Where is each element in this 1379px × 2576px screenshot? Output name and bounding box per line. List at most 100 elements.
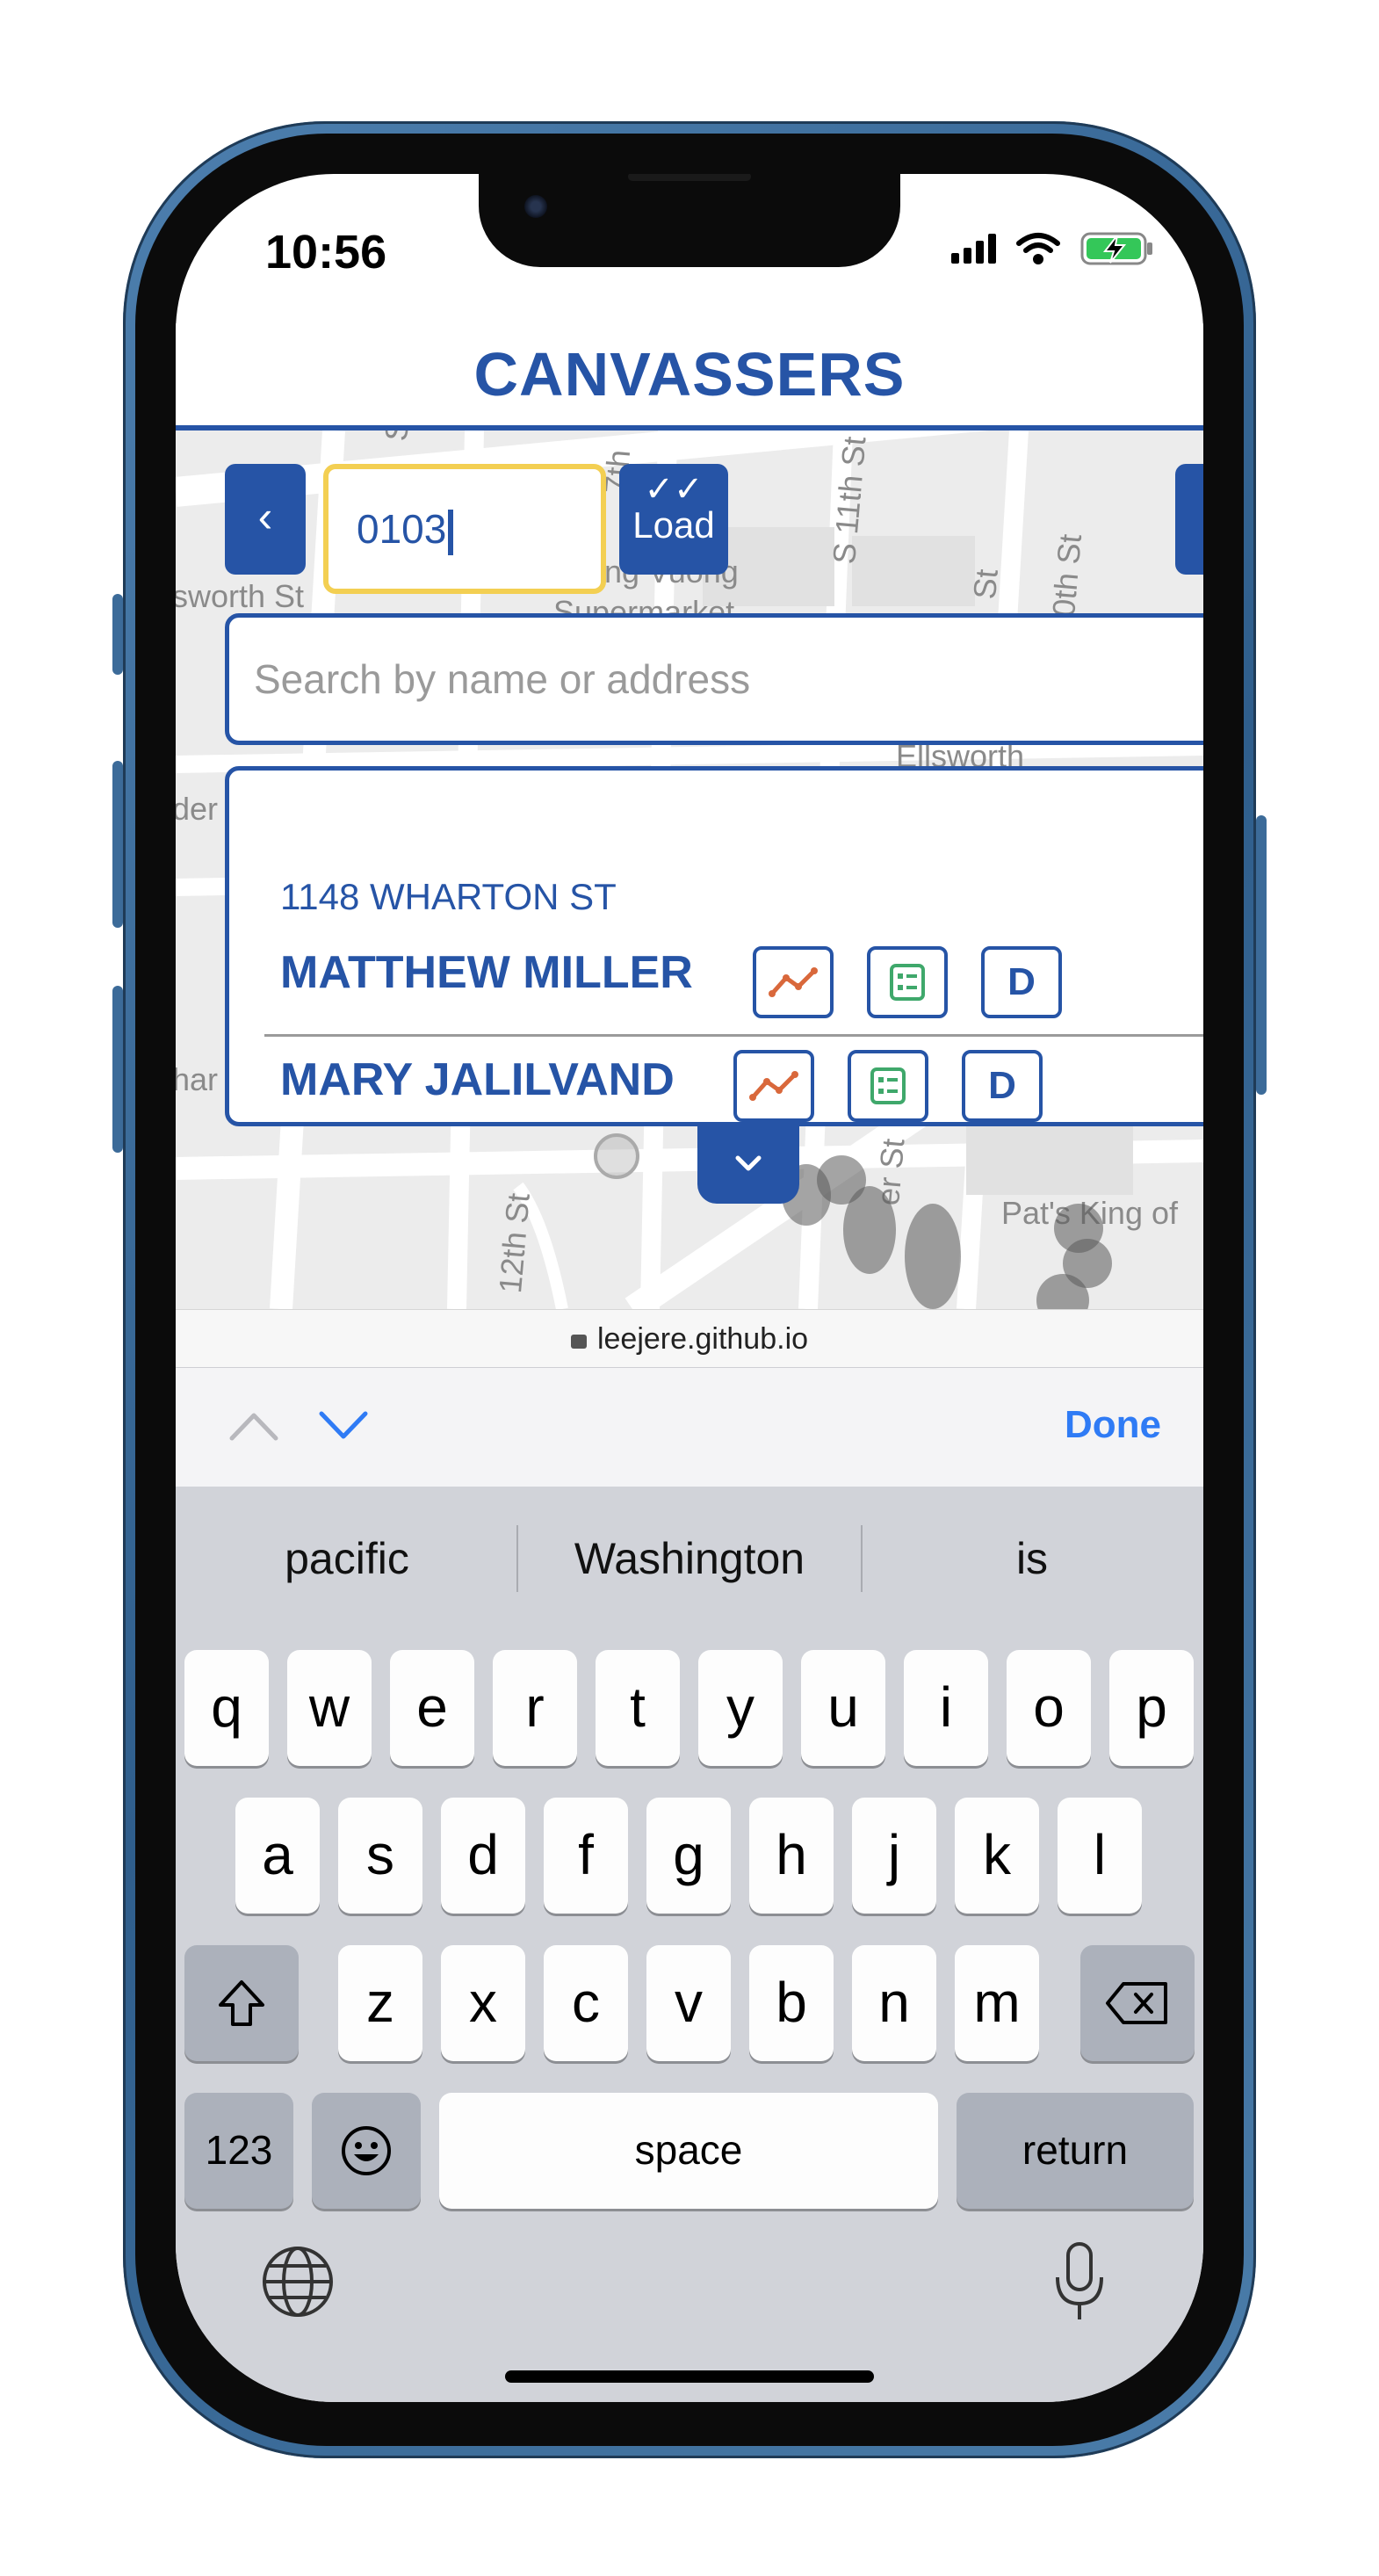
key-b[interactable]: b: [749, 1945, 834, 2061]
turf-id-value: 0103: [357, 506, 447, 552]
street-label: har: [176, 1061, 219, 1097]
emoji-icon: [342, 2126, 391, 2175]
household-address: 1148 WHARTON ST: [280, 876, 617, 917]
voter-name[interactable]: MARY JALILVAND: [280, 1053, 675, 1106]
key-n[interactable]: n: [852, 1945, 936, 2061]
key-d[interactable]: d: [441, 1798, 525, 1914]
lock-icon: [570, 1335, 587, 1349]
key-o[interactable]: o: [1007, 1650, 1091, 1766]
suggestion[interactable]: pacific: [176, 1487, 518, 1631]
key-c[interactable]: c: [544, 1945, 628, 2061]
text-cursor: [448, 509, 454, 555]
url-text: leejere.github.io: [596, 1322, 809, 1356]
status-time: 10:56: [265, 226, 387, 279]
turf-id-input[interactable]: 0103: [323, 464, 606, 594]
backspace-icon: [1106, 1982, 1167, 2024]
app-title: CANVASSERS: [473, 340, 906, 409]
key-t[interactable]: t: [596, 1650, 680, 1766]
search-placeholder: Search by name or address: [254, 656, 751, 702]
volume-down-button: [112, 986, 123, 1153]
suggestion[interactable]: Washington: [518, 1487, 861, 1631]
chevron-down-icon[interactable]: [314, 1403, 372, 1447]
phone-screen: 10:56 CANVASSERS 7th S 11th St St 0th St…: [176, 174, 1203, 2402]
ios-keyboard: pacific Washington is q w e r t y u i o …: [176, 1487, 1203, 2402]
street-label: sworth St: [176, 578, 305, 614]
back-button[interactable]: ‹: [225, 464, 306, 575]
voter-history-button[interactable]: [753, 946, 834, 1018]
microphone-icon[interactable]: [1049, 2239, 1110, 2326]
form-accessory-bar: Done: [176, 1367, 1203, 1487]
line-chart-icon: [749, 1071, 798, 1101]
street-label: St: [966, 568, 1005, 601]
front-camera: [524, 195, 547, 218]
battery-charging-icon: [1080, 232, 1152, 265]
line-chart-icon: [769, 967, 818, 997]
key-u[interactable]: u: [801, 1650, 885, 1766]
predictive-bar: pacific Washington is: [176, 1487, 1203, 1631]
home-indicator[interactable]: [505, 2370, 874, 2383]
list-icon: [870, 1067, 906, 1104]
browser-url-bar[interactable]: leejere.github.io: [176, 1309, 1203, 1368]
load-label: Load: [632, 504, 715, 546]
key-e[interactable]: e: [390, 1650, 474, 1766]
status-icons: [951, 230, 1154, 267]
key-l[interactable]: l: [1058, 1798, 1142, 1914]
done-button[interactable]: Done: [1065, 1403, 1161, 1447]
key-q[interactable]: q: [184, 1650, 269, 1766]
key-s[interactable]: s: [338, 1798, 422, 1914]
cellular-signal-icon: [951, 234, 996, 264]
chevron-down-icon: [735, 1155, 762, 1171]
earpiece-speaker: [628, 174, 751, 181]
next-button[interactable]: [1175, 464, 1203, 575]
wifi-icon: [1016, 233, 1060, 264]
mute-switch: [112, 594, 123, 675]
map-marker[interactable]: [905, 1204, 961, 1309]
key-y[interactable]: y: [698, 1650, 783, 1766]
power-button: [1256, 815, 1267, 1095]
emoji-key[interactable]: [312, 2093, 421, 2209]
key-r[interactable]: r: [493, 1650, 577, 1766]
key-j[interactable]: j: [852, 1798, 936, 1914]
street-label: der: [176, 791, 219, 827]
suggestion[interactable]: is: [861, 1487, 1203, 1631]
app-header: CANVASSERS: [176, 323, 1203, 431]
chevron-left-icon: ‹: [257, 492, 273, 541]
key-p[interactable]: p: [1109, 1650, 1194, 1766]
map-marker[interactable]: [843, 1186, 896, 1274]
space-key[interactable]: space: [439, 2093, 938, 2209]
key-m[interactable]: m: [955, 1945, 1039, 2061]
search-input[interactable]: Search by name or address: [225, 613, 1203, 745]
voter-name[interactable]: MATTHEW MILLER: [280, 946, 693, 999]
load-button[interactable]: ✓✓ Load: [619, 464, 728, 575]
street-label: 0th St: [1045, 532, 1089, 619]
key-v[interactable]: v: [646, 1945, 731, 2061]
delete-key[interactable]: [1080, 1945, 1195, 2061]
shift-icon: [219, 1980, 264, 2026]
numbers-key[interactable]: 123: [184, 2093, 293, 2209]
key-x[interactable]: x: [441, 1945, 525, 2061]
voter-details-button[interactable]: [867, 946, 948, 1018]
key-i[interactable]: i: [904, 1650, 988, 1766]
chevron-up-icon[interactable]: [225, 1403, 283, 1447]
key-k[interactable]: k: [955, 1798, 1039, 1914]
shift-key[interactable]: [184, 1945, 299, 2061]
expand-results-button[interactable]: [697, 1125, 799, 1204]
globe-icon[interactable]: [258, 2242, 337, 2321]
notch: [479, 174, 900, 267]
results-panel: 1148 WHARTON ST MATTHEW MILLER D MARY JA…: [225, 766, 1203, 1126]
voter-details-button[interactable]: [848, 1050, 928, 1122]
row-divider: [264, 1034, 1203, 1037]
key-a[interactable]: a: [235, 1798, 320, 1914]
key-z[interactable]: z: [338, 1945, 422, 2061]
party-badge[interactable]: D: [962, 1050, 1043, 1122]
return-key[interactable]: return: [957, 2093, 1194, 2209]
key-g[interactable]: g: [646, 1798, 731, 1914]
voter-history-button[interactable]: [733, 1050, 814, 1122]
volume-up-button: [112, 761, 123, 928]
map-marker[interactable]: [594, 1133, 639, 1179]
list-icon: [890, 964, 925, 1001]
key-f[interactable]: f: [544, 1798, 628, 1914]
party-badge[interactable]: D: [981, 946, 1062, 1018]
key-h[interactable]: h: [749, 1798, 834, 1914]
key-w[interactable]: w: [287, 1650, 372, 1766]
